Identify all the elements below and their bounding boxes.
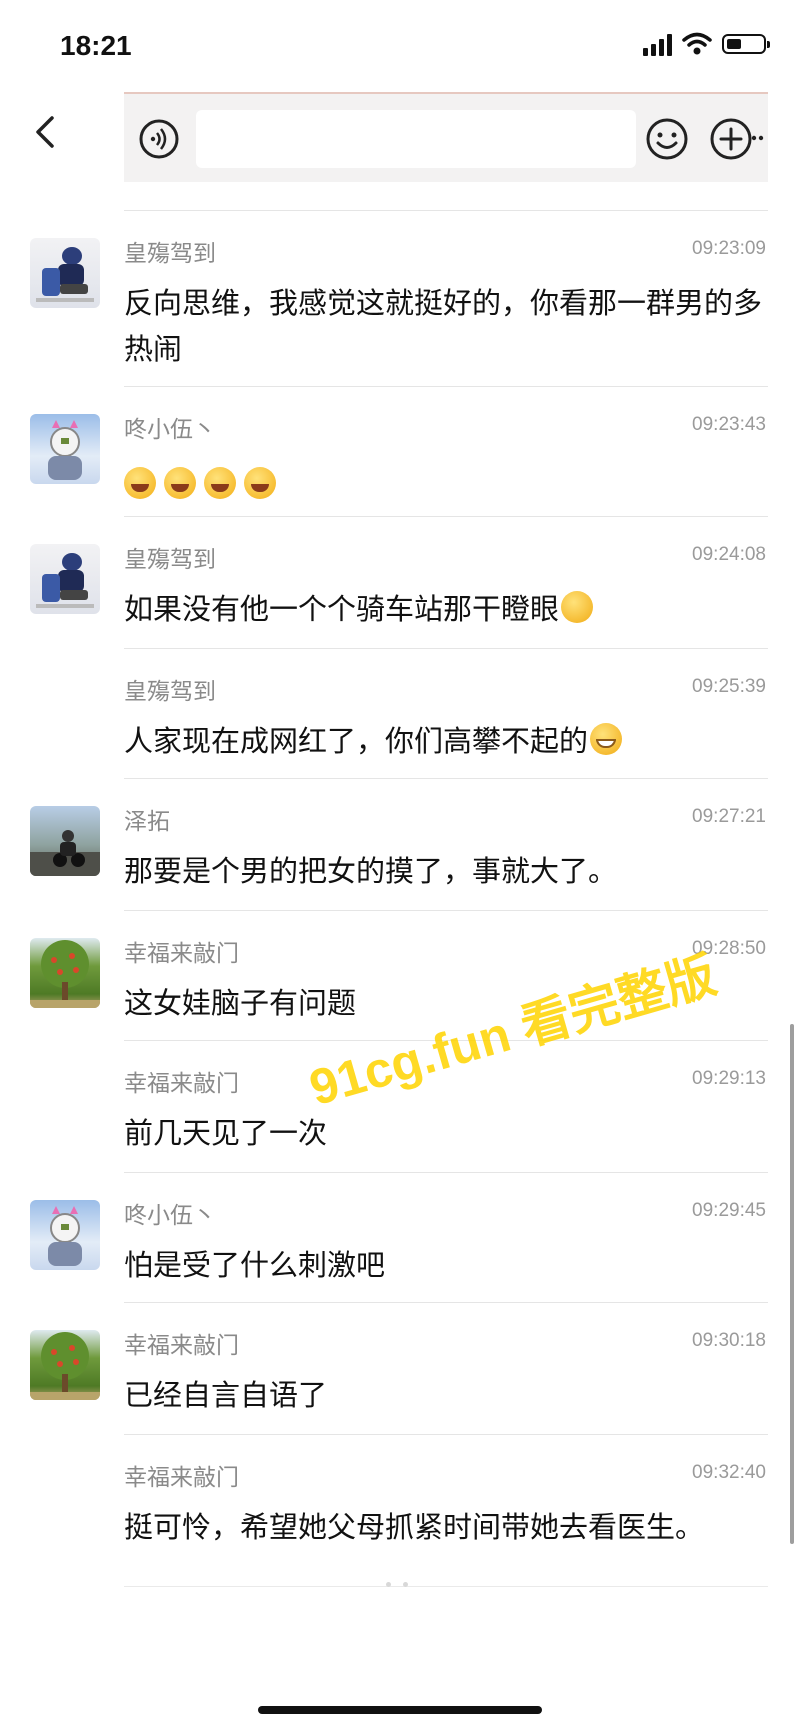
chat-message: 泽拓 09:27:21 那要是个男的把女的摸了，事就大了。 (0, 780, 800, 912)
emoji-icon[interactable] (644, 116, 690, 162)
avatar[interactable] (30, 1200, 100, 1270)
message-time: 09:29:13 (692, 1068, 766, 1089)
avatar[interactable] (30, 1330, 100, 1400)
wifi-icon (682, 32, 712, 55)
message-time: 09:32:40 (692, 1462, 766, 1483)
message-divider (124, 910, 768, 911)
message-text-input[interactable] (196, 110, 636, 168)
rider-avatar-icon (36, 553, 94, 608)
message-text-row: 如果没有他一个个骑车站那干瞪眼 (124, 586, 764, 632)
sender-name: 幸福来敲门 (124, 1071, 239, 1097)
message-text: 人家现在成网红了，你们高攀不起的 (124, 724, 589, 758)
grin-emoji-icon (590, 723, 623, 755)
more-plus-icon[interactable] (708, 116, 764, 162)
back-arrow-icon[interactable] (26, 112, 66, 152)
scrollbar[interactable] (790, 1024, 794, 1544)
message-divider (124, 1172, 768, 1173)
chat-message: 咚小伍丶 09:23:43 (0, 388, 800, 518)
message-time: 09:24:08 (692, 544, 766, 565)
anime-avatar-icon (48, 1206, 82, 1266)
message-divider (124, 648, 768, 649)
chat-message: 幸福来敲门 09:32:40 挺可怜，希望她父母抓紧时间带她去看医生。 (0, 1436, 800, 1566)
loading-dots-icon (386, 1582, 408, 1587)
sender-name: 幸福来敲门 (124, 941, 239, 967)
chat-message: 皇殤驾到 09:23:09 反向思维，我感觉这就挺好的，你看那一群男的多热闹 (0, 212, 800, 388)
message-text: 反向思维，我感觉这就挺好的，你看那一群男的多热闹 (124, 286, 763, 366)
message-time: 09:30:18 (692, 1330, 766, 1351)
laugh-emoji-icon (164, 467, 196, 499)
battery-icon (722, 34, 770, 54)
message-text-row: 人家现在成网红了，你们高攀不起的 (124, 718, 764, 764)
message-time: 09:23:09 (692, 238, 766, 259)
sender-name: 幸福来敲门 (124, 1465, 239, 1491)
sender-name: 咚小伍丶 (124, 417, 216, 443)
status-time: 18:21 (60, 30, 132, 61)
avatar[interactable] (30, 806, 100, 876)
message-text: 怕是受了什么刺激吧 (124, 1248, 386, 1282)
tree-avatar-icon (30, 1332, 100, 1400)
message-text: 已经自言自语了 (124, 1378, 328, 1412)
voice-input-icon[interactable] (138, 118, 180, 160)
chat-message: 皇殤驾到 09:25:39 人家现在成网红了，你们高攀不起的 (0, 650, 800, 780)
avatar[interactable] (30, 544, 100, 614)
laugh-emoji-icon (244, 467, 276, 499)
sender-name: 泽拓 (124, 809, 170, 835)
sender-name: 咚小伍丶 (124, 1203, 216, 1229)
message-divider (124, 386, 768, 387)
message-divider (124, 1434, 768, 1435)
message-time: 09:29:45 (692, 1200, 766, 1221)
sender-name: 皇殤驾到 (124, 679, 216, 705)
cellular-signal-icon (643, 32, 672, 56)
anime-avatar-icon (48, 420, 82, 480)
motorcycle-avatar-icon (30, 830, 100, 876)
message-emoji-row (124, 458, 764, 504)
message-time: 09:25:39 (692, 676, 766, 697)
message-text: 前几天见了一次 (124, 1116, 328, 1150)
message-divider (124, 1302, 768, 1303)
message-text: 挺可怜，希望她父母抓紧时间带她去看医生。 (124, 1510, 705, 1544)
message-divider (124, 516, 768, 517)
avatar[interactable] (30, 238, 100, 308)
laugh-emoji-icon (124, 467, 156, 499)
message-text: 如果没有他一个个骑车站那干瞪眼 (124, 592, 560, 626)
rider-avatar-icon (36, 247, 94, 302)
chat-message: 咚小伍丶 09:29:45 怕是受了什么刺激吧 (0, 1174, 800, 1304)
home-indicator[interactable] (258, 1706, 542, 1714)
status-icons (643, 32, 770, 56)
message-text: 那要是个男的把女的摸了，事就大了。 (124, 854, 618, 888)
list-end-divider (124, 1586, 768, 1587)
avatar[interactable] (30, 414, 100, 484)
message-time: 09:27:21 (692, 806, 766, 827)
message-time: 09:23:43 (692, 414, 766, 435)
sender-name: 皇殤驾到 (124, 547, 216, 573)
avatar[interactable] (30, 938, 100, 1008)
header-divider (124, 210, 768, 211)
thinking-emoji-icon (561, 591, 594, 623)
chat-message: 皇殤驾到 09:24:08 如果没有他一个个骑车站那干瞪眼 (0, 518, 800, 650)
tree-avatar-icon (30, 940, 100, 1008)
chat-message: 幸福来敲门 09:30:18 已经自言自语了 (0, 1304, 800, 1436)
message-divider (124, 778, 768, 779)
laugh-emoji-icon (204, 467, 236, 499)
sender-name: 幸福来敲门 (124, 1333, 239, 1359)
message-input-bar (124, 92, 768, 182)
sender-name: 皇殤驾到 (124, 241, 216, 267)
